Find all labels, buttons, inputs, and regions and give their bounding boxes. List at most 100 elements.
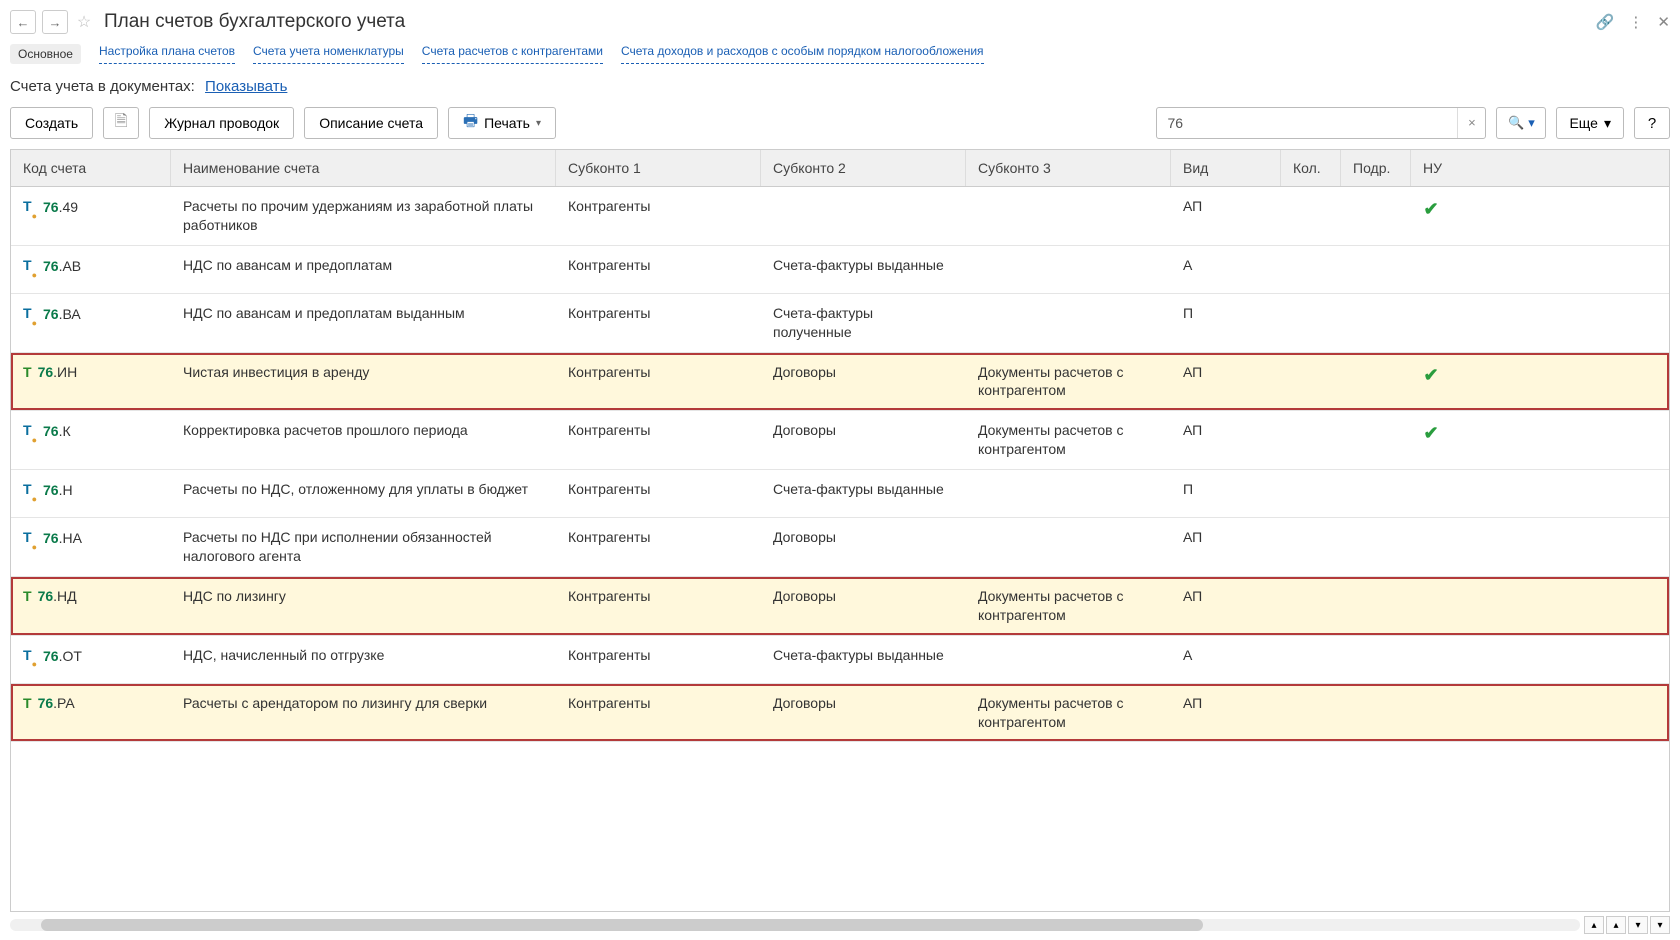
col-subkonto3[interactable]: Субконто 3	[966, 150, 1171, 186]
cell-vid: АП	[1171, 353, 1281, 411]
cell-name: Расчеты по прочим удержаниям из заработн…	[171, 187, 556, 245]
cell-subkonto1: Контрагенты	[556, 470, 761, 517]
cell-subkonto3: Документы расчетов с контрагентом	[966, 353, 1171, 411]
cell-nu	[1411, 577, 1451, 635]
tab-main[interactable]: Основное	[10, 44, 81, 64]
cell-kol	[1281, 246, 1341, 293]
account-type-icon: T●	[23, 480, 37, 501]
scroll-top-button[interactable]: ▴	[1584, 916, 1604, 934]
close-icon[interactable]: ✕	[1657, 13, 1670, 31]
caret-down-icon: ▾	[1528, 115, 1535, 131]
col-subkonto1[interactable]: Субконто 1	[556, 150, 761, 186]
col-podr[interactable]: Подр.	[1341, 150, 1411, 186]
account-code: 76.49	[43, 198, 78, 217]
cell-subkonto2: Счета-фактуры полученные	[761, 294, 966, 352]
account-description-button[interactable]: Описание счета	[304, 107, 438, 139]
col-vid[interactable]: Вид	[1171, 150, 1281, 186]
clear-search-icon[interactable]: ×	[1457, 108, 1485, 138]
col-name[interactable]: Наименование счета	[171, 150, 556, 186]
account-type-icon: T●	[23, 528, 37, 549]
cell-nu	[1411, 470, 1451, 517]
docs-accounts-toggle-link[interactable]: Показывать	[205, 78, 287, 95]
col-code[interactable]: Код счета	[11, 150, 171, 186]
cell-subkonto1: Контрагенты	[556, 187, 761, 245]
account-code: 76.НД	[38, 587, 77, 606]
col-subkonto2[interactable]: Субконто 2	[761, 150, 966, 186]
favorite-star-icon[interactable]: ☆	[74, 12, 94, 32]
col-kol[interactable]: Кол.	[1281, 150, 1341, 186]
table-row[interactable]: T●76.НРасчеты по НДС, отложенному для уп…	[11, 470, 1669, 518]
cell-subkonto3	[966, 636, 1171, 683]
tab-bar: Основное Настройка плана счетов Счета уч…	[10, 38, 1670, 74]
tab-plan-settings[interactable]: Настройка плана счетов	[99, 44, 235, 64]
cell-code: T●76.ВА	[11, 294, 171, 352]
cell-code: T●76.К	[11, 411, 171, 469]
cell-name: НДС по лизингу	[171, 577, 556, 635]
account-code: 76.НА	[43, 529, 82, 548]
cell-subkonto1: Контрагенты	[556, 577, 761, 635]
cell-nu: ✔	[1411, 187, 1451, 245]
scroll-down-button[interactable]: ▾	[1628, 916, 1648, 934]
account-code: 76.К	[43, 422, 71, 441]
cell-subkonto2: Договоры	[761, 684, 966, 742]
account-type-icon: T	[23, 694, 32, 713]
cell-subkonto2: Договоры	[761, 411, 966, 469]
cell-vid: АП	[1171, 187, 1281, 245]
cell-code: T● 76.НА	[11, 518, 171, 576]
table-row[interactable]: T●76.49Расчеты по прочим удержаниям из з…	[11, 187, 1669, 246]
cell-subkonto2	[761, 187, 966, 245]
cell-subkonto3: Документы расчетов с контрагентом	[966, 411, 1171, 469]
cell-subkonto1: Контрагенты	[556, 294, 761, 352]
horizontal-scrollbar[interactable]	[10, 919, 1580, 931]
cell-kol	[1281, 411, 1341, 469]
cell-nu: ✔	[1411, 353, 1451, 411]
account-code: 76.РА	[38, 694, 75, 713]
cell-podr	[1341, 187, 1411, 245]
table-row[interactable]: T●76.ККорректировка расчетов прошлого пе…	[11, 411, 1669, 470]
create-button[interactable]: Создать	[10, 107, 93, 139]
scroll-up-button[interactable]: ▴	[1606, 916, 1626, 934]
account-type-icon: T●	[23, 256, 37, 277]
table-row[interactable]: T●76.АВНДС по авансам и предоплатамКонтр…	[11, 246, 1669, 294]
cell-name: НДС по авансам и предоплатам выданным	[171, 294, 556, 352]
help-button[interactable]: ?	[1634, 107, 1670, 139]
scroll-bottom-button[interactable]: ▾	[1650, 916, 1670, 934]
cell-kol	[1281, 518, 1341, 576]
more-label: Еще	[1569, 115, 1598, 131]
scrollbar-thumb[interactable]	[41, 919, 1203, 931]
nav-back-button[interactable]: ←	[10, 10, 36, 34]
more-button[interactable]: Еще ▾	[1556, 107, 1624, 139]
cell-subkonto3	[966, 294, 1171, 352]
table-row[interactable]: T76.РАРасчеты с арендатором по лизингу д…	[11, 684, 1669, 743]
tab-tax-order[interactable]: Счета доходов и расходов с особым порядк…	[621, 44, 984, 64]
table-row[interactable]: T●76.НАРасчеты по НДС при исполнении обя…	[11, 518, 1669, 577]
cell-subkonto3	[966, 187, 1171, 245]
cell-vid: А	[1171, 246, 1281, 293]
cell-code: T● 76.АВ	[11, 246, 171, 293]
nav-forward-button[interactable]: →	[42, 10, 68, 34]
col-nu[interactable]: НУ	[1411, 150, 1451, 186]
cell-subkonto1: Контрагенты	[556, 246, 761, 293]
table-row[interactable]: T●76.ВАНДС по авансам и предоплатам выда…	[11, 294, 1669, 353]
tab-nomenclature[interactable]: Счета учета номенклатуры	[253, 44, 404, 64]
account-code: 76.АВ	[43, 257, 81, 276]
print-button[interactable]: 🖶 Печать ▾	[448, 107, 556, 139]
account-code: 76.ИН	[38, 363, 78, 382]
search-input[interactable]	[1157, 115, 1457, 131]
search-button[interactable]: 🔍 ▾	[1496, 107, 1546, 139]
journal-button[interactable]: Журнал проводок	[149, 107, 294, 139]
table-row[interactable]: T76.НДНДС по лизингуКонтрагентыДоговорыД…	[11, 577, 1669, 636]
kebab-menu-icon[interactable]: ⋮	[1628, 13, 1643, 31]
document-icon-button[interactable]: 🗎	[103, 107, 139, 139]
cell-vid: АП	[1171, 577, 1281, 635]
tab-counterparty[interactable]: Счета расчетов с контрагентами	[422, 44, 603, 64]
table-row[interactable]: T76.ИНЧистая инвестиция в арендуКонтраге…	[11, 353, 1669, 412]
table-row[interactable]: T●76.ОТНДС, начисленный по отгрузкеКонтр…	[11, 636, 1669, 684]
cell-subkonto2: Договоры	[761, 577, 966, 635]
accounts-table: Код счета Наименование счета Субконто 1 …	[10, 149, 1670, 912]
cell-subkonto1: Контрагенты	[556, 518, 761, 576]
cell-podr	[1341, 577, 1411, 635]
cell-kol	[1281, 577, 1341, 635]
link-icon[interactable]: 🔗	[1596, 13, 1615, 31]
cell-podr	[1341, 518, 1411, 576]
